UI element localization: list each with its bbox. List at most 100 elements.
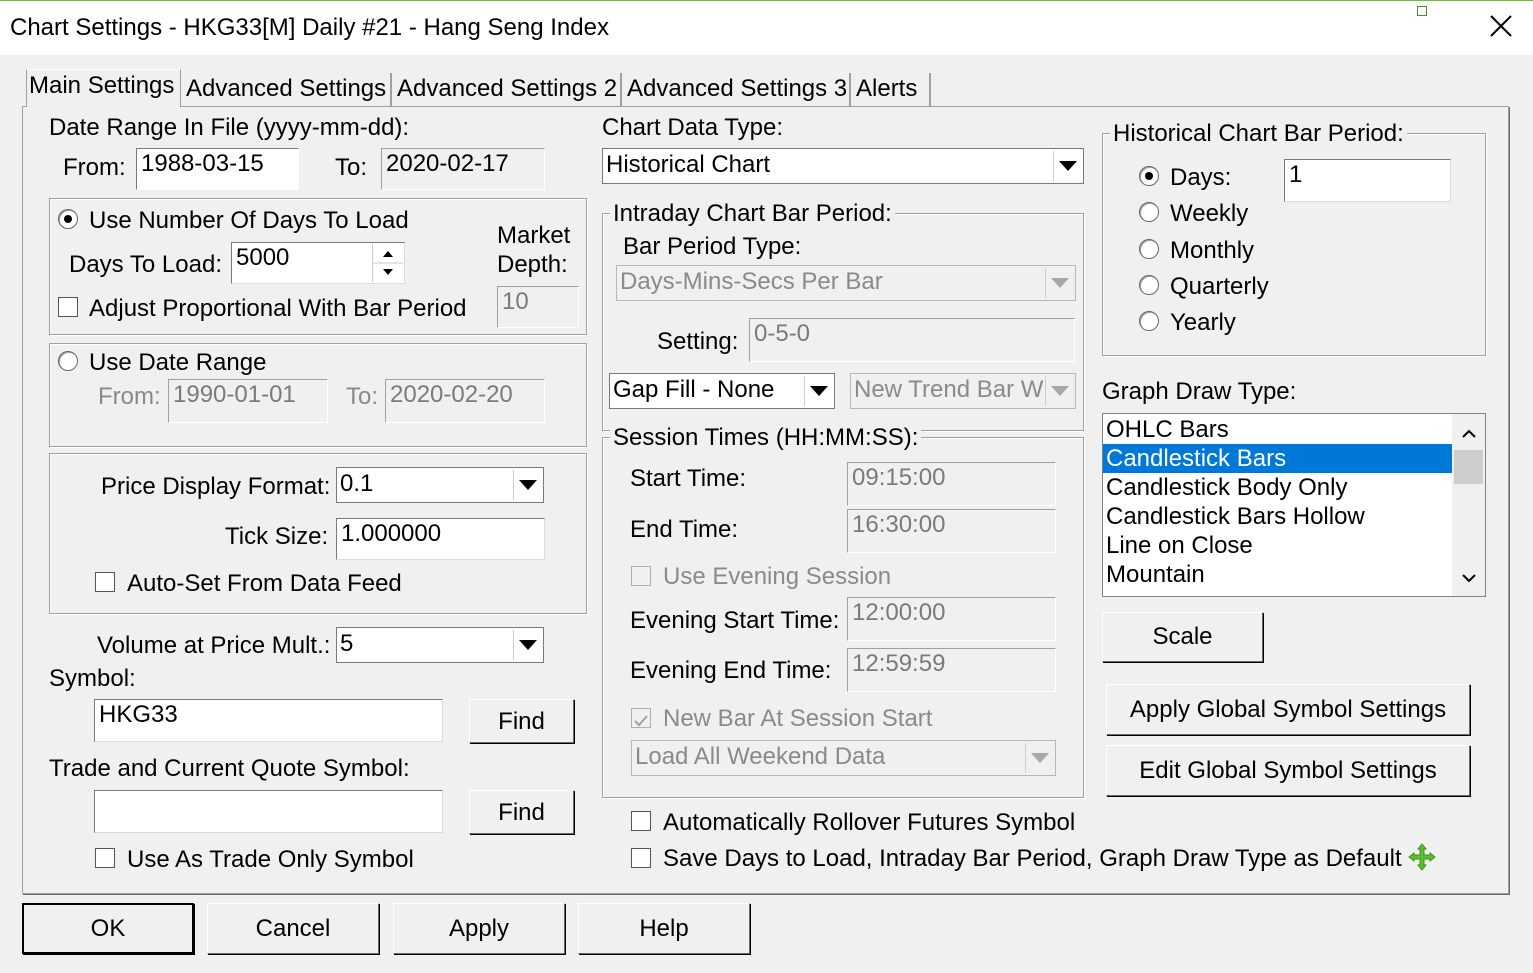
apply-global-symbol-settings-button[interactable]: Apply Global Symbol Settings	[1106, 684, 1470, 735]
title-bar: Chart Settings - HKG33[M] Daily #21 - Ha…	[0, 0, 1533, 55]
spinner-arrows-icon	[373, 251, 403, 275]
range-from-field: 1990-01-01	[168, 379, 328, 423]
bar-period-type-value: Days-Mins-Secs Per Bar	[620, 268, 883, 295]
chevron-down-icon	[804, 376, 832, 406]
use-date-range-radio[interactable]	[58, 351, 78, 371]
volume-at-price-label: Volume at Price Mult.:	[97, 632, 331, 659]
edit-global-symbol-settings-button[interactable]: Edit Global Symbol Settings	[1106, 745, 1470, 796]
chevron-down-icon	[1025, 743, 1053, 773]
session-times-label: Session Times (HH:MM:SS):	[610, 424, 922, 452]
tab-main-settings[interactable]: Main Settings	[26, 69, 181, 107]
setting-field: 0-5-0	[749, 318, 1075, 362]
auto-set-checkbox[interactable]	[95, 572, 115, 592]
price-display-format-label: Price Display Format:	[101, 473, 331, 500]
adjust-proportional-label: Adjust Proportional With Bar Period	[89, 295, 467, 322]
days-radio-label: Days:	[1170, 164, 1232, 191]
days-to-load-label: Days To Load:	[69, 251, 222, 278]
scale-button[interactable]: Scale	[1102, 612, 1263, 662]
new-trend-bar-value: New Trend Bar W	[854, 376, 1044, 403]
tab-advanced-settings-3[interactable]: Advanced Settings 3	[625, 73, 851, 107]
days-spinner[interactable]	[372, 244, 403, 282]
ok-button[interactable]: OK	[22, 903, 194, 954]
symbol-label: Symbol:	[49, 665, 136, 692]
evening-start-label: Evening Start Time:	[630, 607, 840, 634]
file-from-label: From:	[63, 154, 126, 181]
cancel-button[interactable]: Cancel	[207, 903, 379, 954]
historical-days-field[interactable]: 1	[1284, 159, 1451, 202]
list-item-selected[interactable]: Candlestick Bars	[1103, 444, 1452, 473]
yearly-label: Yearly	[1170, 309, 1236, 336]
scrollbar-arrows-icon	[1454, 429, 1483, 583]
market-depth-field: 10	[497, 286, 579, 328]
trade-symbol-field[interactable]	[94, 790, 443, 833]
list-scrollbar[interactable]	[1452, 414, 1485, 596]
volume-at-price-select[interactable]: 5	[336, 627, 544, 663]
plus-icon[interactable]	[1407, 842, 1437, 872]
range-from-label: From:	[98, 383, 161, 410]
graph-draw-type-label: Graph Draw Type:	[1102, 378, 1297, 405]
save-default-checkbox[interactable]	[631, 848, 651, 868]
gap-fill-select[interactable]: Gap Fill - None	[609, 373, 835, 409]
file-to-field: 2020-02-17	[381, 148, 545, 190]
tick-size-field[interactable]: 1.000000	[336, 518, 545, 560]
chevron-down-icon	[513, 470, 541, 500]
weekend-data-value: Load All Weekend Data	[635, 743, 886, 770]
chevron-down-icon	[513, 630, 541, 660]
range-to-field: 2020-02-20	[385, 379, 545, 423]
yearly-radio[interactable]	[1139, 311, 1159, 331]
auto-set-label: Auto-Set From Data Feed	[127, 570, 402, 597]
file-from-field[interactable]: 1988-03-15	[136, 148, 299, 190]
list-item[interactable]: Candlestick Body Only	[1103, 473, 1452, 502]
new-bar-session-checkbox	[631, 708, 651, 728]
tab-advanced-settings-2[interactable]: Advanced Settings 2	[395, 73, 622, 107]
chevron-down-icon	[1045, 268, 1073, 298]
price-display-format-value: 0.1	[340, 470, 374, 497]
historical-bar-period-label: Historical Chart Bar Period:	[1110, 120, 1407, 148]
adjust-proportional-checkbox[interactable]	[58, 297, 78, 317]
rollover-label: Automatically Rollover Futures Symbol	[663, 809, 1076, 836]
use-days-label: Use Number Of Days To Load	[89, 207, 409, 234]
gap-fill-value: Gap Fill - None	[613, 376, 775, 403]
chart-data-type-select[interactable]: Historical Chart	[602, 148, 1084, 184]
end-time-field: 16:30:00	[847, 509, 1056, 553]
market-depth-label-2: Depth:	[497, 251, 568, 278]
use-date-range-label: Use Date Range	[89, 349, 267, 376]
apply-button[interactable]: Apply	[393, 903, 565, 954]
quarterly-label: Quarterly	[1170, 273, 1269, 300]
date-range-in-file-label: Date Range In File (yyyy-mm-dd):	[49, 114, 410, 141]
weekly-radio[interactable]	[1139, 202, 1159, 222]
range-to-label: To:	[346, 383, 379, 410]
tick-size-label: Tick Size:	[225, 523, 329, 550]
save-default-label: Save Days to Load, Intraday Bar Period, …	[663, 845, 1402, 872]
list-item[interactable]: Mountain	[1103, 560, 1452, 589]
intraday-group-label: Intraday Chart Bar Period:	[610, 200, 895, 228]
setting-label: Setting:	[657, 328, 739, 355]
evening-end-field: 12:59:59	[847, 648, 1056, 692]
tab-advanced-settings[interactable]: Advanced Settings	[184, 73, 392, 107]
chart-data-type-label: Chart Data Type:	[602, 114, 783, 141]
close-icon[interactable]	[1486, 11, 1516, 41]
days-radio[interactable]	[1139, 166, 1159, 186]
market-depth-label-1: Market	[497, 222, 571, 249]
evening-session-label: Use Evening Session	[663, 563, 892, 590]
end-time-label: End Time:	[630, 516, 739, 543]
list-item[interactable]: Line on Close	[1103, 531, 1452, 560]
price-display-format-select[interactable]: 0.1	[336, 467, 544, 503]
find-symbol-button[interactable]: Find	[469, 699, 574, 743]
evening-session-checkbox	[631, 566, 651, 586]
rollover-checkbox[interactable]	[631, 811, 651, 831]
quarterly-radio[interactable]	[1139, 275, 1159, 295]
list-item[interactable]: Candlestick Bars Hollow	[1103, 502, 1452, 531]
find-trade-symbol-button[interactable]: Find	[469, 790, 574, 834]
trade-symbol-label: Trade and Current Quote Symbol:	[49, 755, 410, 782]
tab-alerts[interactable]: Alerts	[854, 73, 931, 107]
list-item[interactable]: OHLC Bars	[1103, 415, 1452, 444]
trade-only-checkbox[interactable]	[95, 848, 115, 868]
symbol-field[interactable]: HKG33	[94, 699, 443, 742]
graph-draw-type-list[interactable]: OHLC Bars Candlestick Bars Candlestick B…	[1102, 413, 1486, 597]
restore-icon[interactable]	[1417, 6, 1427, 16]
monthly-radio[interactable]	[1139, 239, 1159, 259]
start-time-label: Start Time:	[630, 465, 747, 492]
use-days-radio[interactable]	[58, 209, 78, 229]
help-button[interactable]: Help	[578, 903, 750, 954]
